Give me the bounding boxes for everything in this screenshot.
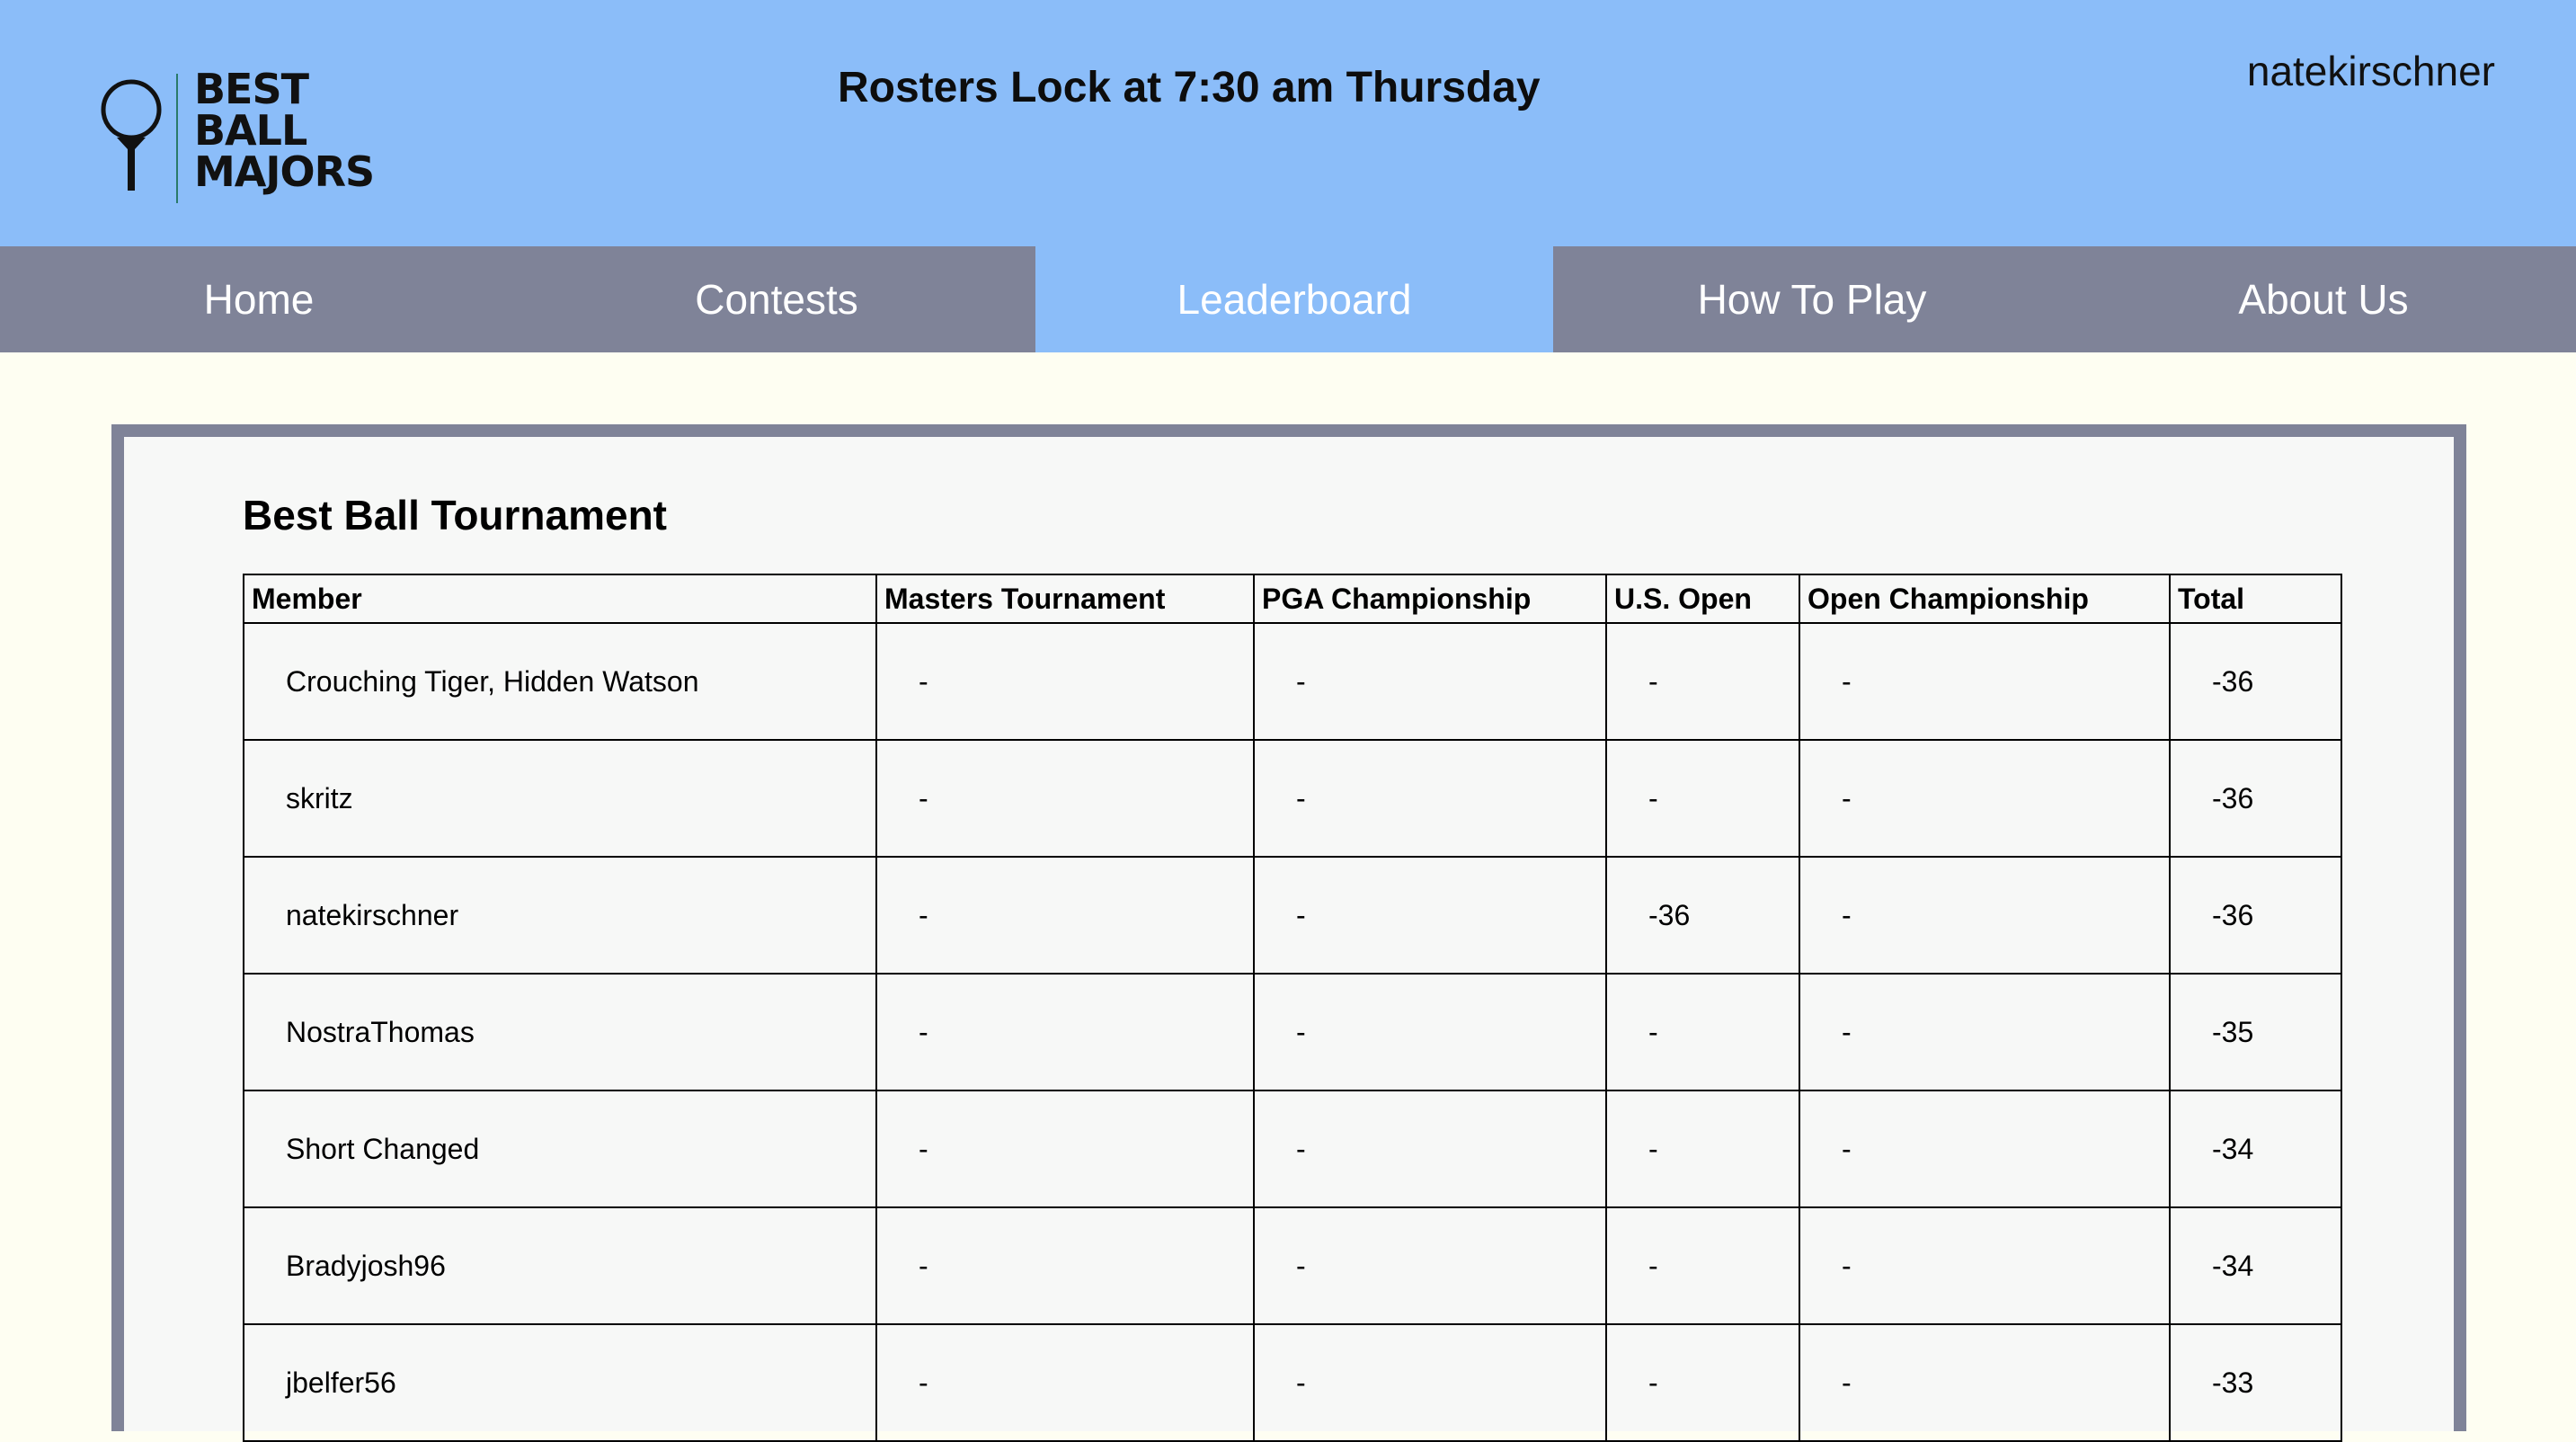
nav-item-home[interactable]: Home (0, 246, 518, 352)
table-row[interactable]: natekirschner - - -36 - -36 (243, 856, 2342, 975)
column-header-pga: PGA Championship (1253, 574, 1607, 624)
total-score-cell: -35 (2169, 973, 2342, 1091)
member-cell: Bradyjosh96 (243, 1206, 877, 1325)
column-header-total: Total (2169, 574, 2342, 624)
masters-score-cell: - (875, 856, 1255, 975)
member-cell: Short Changed (243, 1090, 877, 1208)
column-header-member: Member (243, 574, 877, 624)
logo-text: BEST BALL MAJORS (194, 65, 375, 196)
column-header-masters: Masters Tournament (875, 574, 1255, 624)
column-header-open-championship: Open Championship (1799, 574, 2171, 624)
table-row[interactable]: jbelfer56 - - - - -33 (243, 1323, 2342, 1442)
masters-score-cell: - (875, 739, 1255, 858)
pga-score-cell: - (1253, 1323, 1607, 1442)
total-score-cell: -36 (2169, 856, 2342, 975)
total-score-cell: -36 (2169, 739, 2342, 858)
nav-item-leaderboard[interactable]: Leaderboard (1035, 246, 1553, 352)
us-open-score-cell: - (1605, 1090, 1800, 1208)
total-score-cell: -34 (2169, 1090, 2342, 1208)
us-open-score-cell: - (1605, 1206, 1800, 1325)
masters-score-cell: - (875, 1206, 1255, 1325)
us-open-score-cell: - (1605, 739, 1800, 858)
user-account-link[interactable]: natekirschner (2247, 47, 2495, 95)
logo-divider (176, 74, 178, 203)
site-header: BEST BALL MAJORS Rosters Lock at 7:30 am… (0, 0, 2576, 246)
us-open-score-cell: - (1605, 1323, 1800, 1442)
table-row[interactable]: NostraThomas - - - - -35 (243, 973, 2342, 1091)
open-championship-score-cell: - (1799, 1090, 2171, 1208)
tournament-title: Best Ball Tournament (243, 492, 667, 539)
table-row[interactable]: Short Changed - - - - -34 (243, 1090, 2342, 1208)
member-cell: natekirschner (243, 856, 877, 975)
leaderboard-panel: Best Ball Tournament Member Masters Tour… (111, 424, 2466, 1442)
pga-score-cell: - (1253, 1090, 1607, 1208)
column-header-us-open: U.S. Open (1605, 574, 1800, 624)
nav-item-about-us[interactable]: About Us (2071, 246, 2576, 352)
logo-line: BEST (194, 65, 309, 113)
member-cell: NostraThomas (243, 973, 877, 1091)
total-score-cell: -36 (2169, 622, 2342, 741)
member-cell: Crouching Tiger, Hidden Watson (243, 622, 877, 741)
table-row[interactable]: Bradyjosh96 - - - - -34 (243, 1206, 2342, 1325)
open-championship-score-cell: - (1799, 739, 2171, 858)
logo-line: BALL (194, 106, 307, 155)
open-championship-score-cell: - (1799, 973, 2171, 1091)
masters-score-cell: - (875, 973, 1255, 1091)
pga-score-cell: - (1253, 973, 1607, 1091)
site-logo[interactable]: BEST BALL MAJORS (97, 68, 375, 205)
member-cell: jbelfer56 (243, 1323, 877, 1442)
pga-score-cell: - (1253, 856, 1607, 975)
pga-score-cell: - (1253, 622, 1607, 741)
table-header-row: Member Masters Tournament PGA Championsh… (243, 574, 2342, 624)
table-row[interactable]: skritz - - - - -36 (243, 739, 2342, 858)
us-open-score-cell: -36 (1605, 856, 1800, 975)
logo-line: MAJORS (194, 147, 375, 196)
table-row[interactable]: Crouching Tiger, Hidden Watson - - - - -… (243, 622, 2342, 741)
us-open-score-cell: - (1605, 622, 1800, 741)
total-score-cell: -34 (2169, 1206, 2342, 1325)
masters-score-cell: - (875, 622, 1255, 741)
open-championship-score-cell: - (1799, 622, 2171, 741)
masters-score-cell: - (875, 1090, 1255, 1208)
total-score-cell: -33 (2169, 1323, 2342, 1442)
member-cell: skritz (243, 739, 877, 858)
pga-score-cell: - (1253, 739, 1607, 858)
golf-ball-on-tee-icon (101, 79, 162, 191)
nav-item-how-to-play[interactable]: How To Play (1553, 246, 2071, 352)
masters-score-cell: - (875, 1323, 1255, 1442)
open-championship-score-cell: - (1799, 1206, 2171, 1325)
main-nav: Home Contests Leaderboard How To Play Ab… (0, 246, 2576, 352)
leaderboard-table: Member Masters Tournament PGA Championsh… (243, 574, 2342, 1442)
roster-lock-announcement: Rosters Lock at 7:30 am Thursday (838, 64, 1541, 111)
us-open-score-cell: - (1605, 973, 1800, 1091)
pga-score-cell: - (1253, 1206, 1607, 1325)
open-championship-score-cell: - (1799, 856, 2171, 975)
open-championship-score-cell: - (1799, 1323, 2171, 1442)
nav-item-contests[interactable]: Contests (518, 246, 1035, 352)
